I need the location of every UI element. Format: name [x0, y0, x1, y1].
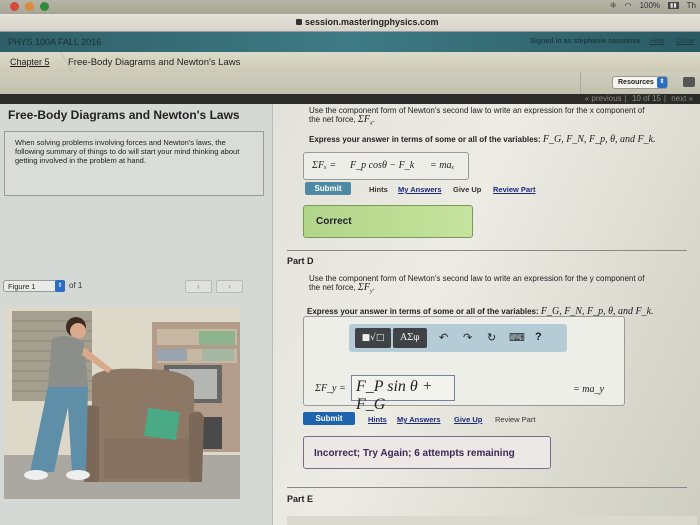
next-link[interactable]: next » [671, 94, 693, 103]
partC-my-answers-link[interactable]: My Answers [398, 185, 442, 194]
partC-answer-box: ΣFₓ = F_p cosθ − F_k = maₓ [303, 152, 469, 180]
help-link[interactable]: Help [650, 38, 664, 45]
partD-my-answers-link[interactable]: My Answers [397, 415, 441, 424]
partD-express-label: Express your answer in terms of some or … [307, 307, 541, 316]
battery-icon[interactable]: ▮▮ [668, 2, 679, 9]
part-divider [287, 487, 687, 488]
window-zoom-button[interactable] [40, 2, 49, 11]
printer-icon[interactable] [683, 77, 695, 87]
problem-title: Free-Body Diagrams and Newton's Laws [8, 108, 240, 122]
partC-express-label: Express your answer in terms of some or … [309, 135, 543, 144]
figure-next-button[interactable]: › [216, 280, 243, 293]
wifi-icon[interactable]: ◠ [625, 1, 632, 10]
partC-answer-rhs: = maₓ [430, 160, 455, 171]
breadcrumb-chapter-link[interactable]: Chapter 5 [10, 57, 50, 67]
partC-give-up-link[interactable]: Give Up [453, 185, 481, 194]
figure-prev-button[interactable]: ‹ [185, 280, 212, 293]
partE-label: Part E [287, 494, 314, 504]
chevron-updown-icon: ⇕ [55, 280, 65, 292]
status-area: ⁜ ◠ 100% ▮▮ Th [610, 1, 696, 10]
partC-hints-link[interactable]: Hints [369, 185, 388, 194]
address-bar[interactable]: session.masteringphysics.com [0, 14, 700, 32]
intro-text: When solving problems involving forces a… [4, 131, 264, 196]
partD-give-up-link[interactable]: Give Up [454, 415, 482, 424]
partD-answer-value: F_P sin θ + F_G [356, 378, 433, 413]
window-close-button[interactable] [10, 2, 19, 11]
partD-review-part-link[interactable]: Review Part [495, 415, 535, 424]
figure-count: of 1 [69, 281, 83, 290]
redo-icon[interactable]: ↷ [463, 331, 472, 344]
partD-question: Use the component form of Newton's secon… [309, 274, 645, 295]
breadcrumb: Chapter 5 Free-Body Diagrams and Newton'… [0, 52, 700, 72]
partC-express-instructions: Express your answer in terms of some or … [309, 134, 656, 145]
partC-submit-button[interactable]: Submit [305, 182, 351, 195]
intro-pane: Free-Body Diagrams and Newton's Laws Whe… [0, 104, 272, 525]
breadcrumb-title: Free-Body Diagrams and Newton's Laws [68, 57, 241, 68]
partC-sum-symbol: ΣF [357, 114, 370, 125]
partC-answer-value: F_p cosθ − F_k [350, 160, 415, 171]
partD-hints-link[interactable]: Hints [368, 415, 387, 424]
reset-icon[interactable]: ↻ [487, 331, 496, 344]
partD-sum-subscript: y [369, 288, 373, 295]
battery-percent: 100% [639, 1, 661, 10]
figure-image [4, 307, 240, 499]
figure-dropdown[interactable]: Figure 1 ⇕ [3, 280, 65, 292]
question-pane: Use the component form of Newton's secon… [272, 104, 700, 525]
partD-sum-symbol: ΣF [357, 282, 370, 293]
course-name[interactable]: PHYS 100A FALL 2016 [8, 37, 101, 47]
os-menu-bar: ⁜ ◠ 100% ▮▮ Th [0, 0, 700, 14]
partC-answer-lhs: ΣFₓ = [312, 160, 337, 171]
previous-link[interactable]: « previous [585, 94, 622, 103]
partD-answer-rhs: = ma_y [573, 384, 604, 395]
partD-label: Part D [287, 256, 314, 266]
chevron-updown-icon: ⇕ [657, 77, 667, 88]
help-icon[interactable]: ? [535, 331, 542, 343]
partD-answer-lhs: ΣF_y = [315, 383, 346, 394]
symbols-button[interactable]: ΑΣφ [393, 328, 427, 348]
keyboard-icon[interactable]: ⌨ [509, 331, 525, 344]
resources-label: Resources [618, 79, 654, 86]
partD-result-incorrect: Incorrect; Try Again; 6 attempts remaini… [303, 436, 551, 469]
figure-toolbar: Figure 1 ⇕ of 1 ‹ › [0, 277, 255, 295]
partE-content [287, 516, 697, 525]
assignment-nav: « previous | 10 of 15 | next » [0, 94, 700, 104]
undo-icon[interactable]: ↶ [439, 331, 448, 344]
tools-bar: Resources ⇕ [0, 72, 700, 94]
person-shirt [48, 335, 88, 387]
close-link[interactable]: Close [676, 38, 694, 45]
resources-dropdown[interactable]: Resources ⇕ [612, 76, 668, 89]
partD-question-line2: the net force, [309, 283, 358, 292]
partD-answer-input[interactable]: F_P sin θ + F_G [351, 375, 455, 413]
item-position: 10 of 15 [631, 94, 661, 103]
signed-in-text: Signed in as stephanie casanova [530, 38, 640, 45]
lock-icon [296, 19, 302, 25]
partC-review-part-link[interactable]: Review Part [493, 185, 536, 194]
bluetooth-icon[interactable]: ⁜ [610, 1, 617, 10]
partC-sum-subscript: x [369, 120, 373, 127]
course-header: PHYS 100A FALL 2016 Signed in as stephan… [0, 32, 700, 52]
clock-text[interactable]: Th [687, 1, 696, 10]
window-minimize-button[interactable] [25, 2, 34, 11]
partC-question-line2: the net force, [309, 115, 358, 124]
partC-result-correct: Correct [303, 205, 473, 238]
part-divider [287, 250, 687, 251]
partD-submit-button[interactable]: Submit [303, 412, 355, 425]
templates-button[interactable]: ■√□ [355, 328, 391, 348]
partC-question: Use the component form of Newton's secon… [309, 106, 645, 127]
cushion [144, 407, 180, 441]
partC-variables: F_G, F_N, F_p, θ, and F_k. [542, 134, 656, 145]
figure-select-label: Figure 1 [8, 282, 36, 291]
url-text: session.masteringphysics.com [305, 17, 439, 27]
math-toolbar: ■√□ ΑΣφ ↶ ↷ ↻ ⌨ ? [349, 324, 567, 352]
